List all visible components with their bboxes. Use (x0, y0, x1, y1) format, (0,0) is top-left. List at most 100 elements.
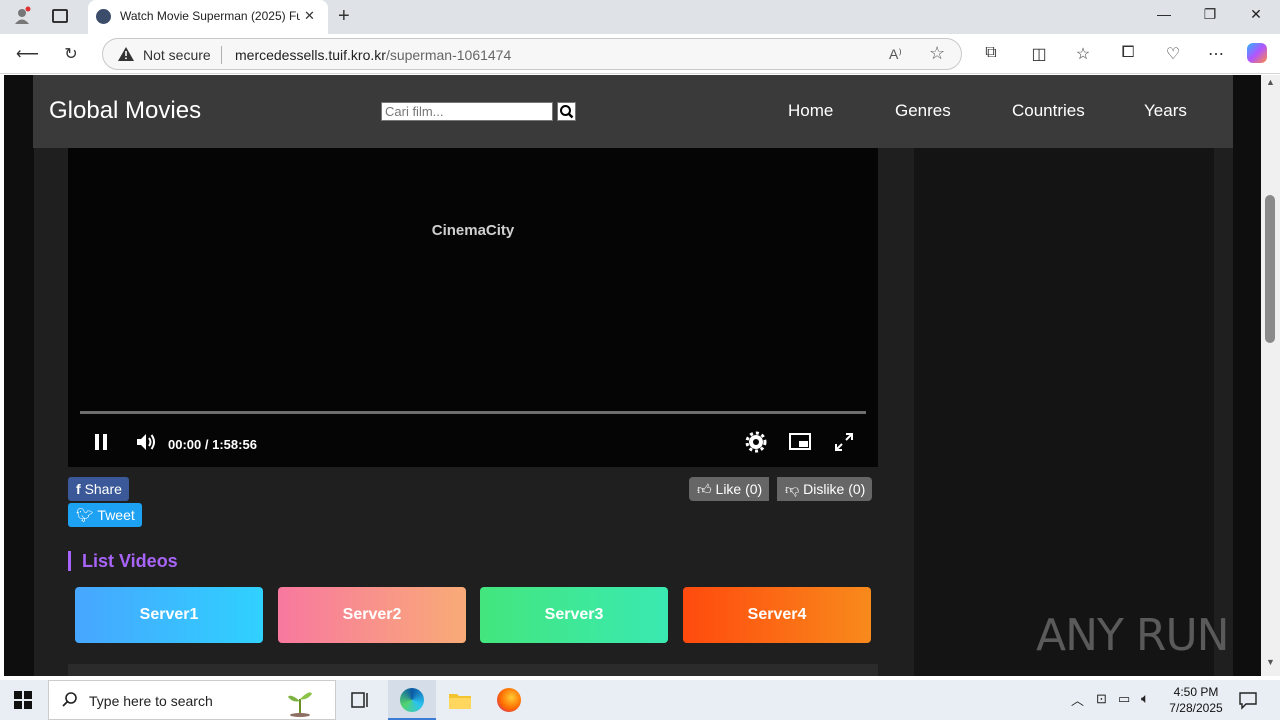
video-watermark: CinemaCity (431, 222, 515, 239)
search-button[interactable] (557, 102, 576, 121)
tweet-label: Tweet (97, 507, 135, 523)
sidebar (914, 75, 1214, 676)
facebook-share-button[interactable]: f Share (68, 477, 129, 501)
duration: 1:58:56 (212, 437, 257, 452)
search-input[interactable] (381, 102, 553, 121)
read-aloud-icon[interactable]: A⁾ (889, 46, 902, 63)
file-explorer-icon[interactable] (448, 690, 472, 715)
volume-button[interactable] (133, 429, 159, 455)
clock-date: 7/28/2025 (1169, 701, 1223, 715)
scroll-down-icon[interactable]: ▼ (1266, 657, 1275, 667)
address-bar-row: ⟵ ↻ Not secure mercedessells.tuif.kro.kr… (0, 34, 1280, 74)
right-gutter (1233, 75, 1261, 676)
anyrun-watermark: ANY RUN (1036, 610, 1230, 661)
search-icon (560, 105, 574, 119)
progress-bar[interactable] (80, 411, 866, 414)
pause-icon (95, 434, 107, 450)
site-favicon-icon (96, 9, 111, 24)
tab-title: Watch Movie Superman (2025) Fu (120, 9, 300, 23)
browser-tab-bar: Watch Movie Superman (2025) Fu ✕ + — ❐ ✕ (0, 0, 1280, 34)
pip-button[interactable] (787, 429, 813, 455)
profile-icon[interactable] (12, 6, 32, 26)
server3-button[interactable]: Server3 (480, 587, 668, 643)
time-separator: / (204, 437, 209, 452)
taskbar-search-placeholder: Type here to search (89, 693, 213, 709)
thumbs-up-icon: 👍︎ (697, 481, 712, 497)
favorite-star-icon[interactable]: ☆ (929, 43, 945, 64)
dislike-button[interactable]: 👎︎ Dislike (0) (777, 477, 873, 501)
tray-device-icon[interactable]: ⊡ (1096, 691, 1107, 707)
nav-countries[interactable]: Countries (1012, 101, 1085, 121)
minimize-icon[interactable]: — (1142, 6, 1186, 28)
nav-years[interactable]: Years (1144, 101, 1187, 121)
clock[interactable]: 4:50 PM 7/28/2025 (1166, 684, 1226, 716)
copilot-icon[interactable] (1247, 43, 1267, 63)
server2-button[interactable]: Server2 (278, 587, 466, 643)
performance-icon[interactable]: ♡ (1162, 44, 1184, 64)
pause-button[interactable] (89, 429, 115, 455)
taskbar-search-box[interactable]: Type here to search (48, 680, 336, 720)
server4-button[interactable]: Server4 (683, 587, 871, 643)
site-brand[interactable]: Global Movies (49, 97, 201, 125)
scroll-thumb[interactable] (1265, 195, 1275, 343)
settings-button[interactable] (743, 429, 769, 455)
favorites-icon[interactable]: ☆ (1072, 44, 1094, 64)
time-display: 00:00 / 1:58:56 (168, 437, 257, 452)
content-bar (68, 664, 878, 676)
page-scrollbar[interactable]: ▲ ▼ (1261, 75, 1280, 676)
scroll-up-icon[interactable]: ▲ (1266, 77, 1275, 87)
active-tab[interactable]: Watch Movie Superman (2025) Fu ✕ (88, 0, 328, 34)
security-label[interactable]: Not secure (143, 47, 211, 63)
firefox-icon[interactable] (497, 688, 521, 712)
server1-button[interactable]: Server1 (75, 587, 263, 643)
tab-actions-icon[interactable] (52, 9, 68, 23)
tab-close-icon[interactable]: ✕ (304, 8, 315, 24)
taskbar-search-icon (61, 691, 79, 714)
edge-taskbar-icon[interactable] (388, 680, 436, 720)
fullscreen-button[interactable] (831, 429, 857, 455)
dislike-label: Dislike (0) (803, 481, 866, 497)
facebook-icon: f (76, 481, 81, 497)
restore-icon[interactable]: ❐ (1188, 6, 1232, 28)
network-icon[interactable]: ▭ (1118, 691, 1130, 707)
window-close-icon[interactable]: ✕ (1234, 6, 1278, 28)
picture-in-picture-icon (789, 433, 811, 450)
url-path: /superman-1061474 (385, 47, 512, 63)
taskbar: Type here to search ︿ ⊡ ▭ 🔈︎ 4:50 PM 7/2… (0, 680, 1280, 720)
nav-home[interactable]: Home (788, 101, 833, 121)
collections-icon[interactable]: ⧠ (1117, 44, 1139, 62)
nav-genres[interactable]: Genres (895, 101, 951, 121)
gear-icon (745, 431, 767, 453)
reload-icon[interactable]: ↻ (60, 44, 82, 64)
url-separator (221, 46, 222, 64)
like-label: Like (0) (715, 481, 763, 497)
tray-chevron-icon[interactable]: ︿ (1071, 690, 1084, 709)
split-screen-icon[interactable]: ◫ (1028, 44, 1050, 64)
video-player[interactable]: CinemaCity 00:00 / 1:58:56 (68, 148, 878, 467)
fullscreen-icon (835, 433, 853, 451)
windows-start-icon[interactable] (14, 691, 32, 714)
left-gutter (4, 75, 34, 676)
plant-icon (285, 685, 315, 717)
list-videos-heading: List Videos (68, 551, 178, 571)
twitter-icon: 🐦︎ (76, 507, 94, 523)
speaker-icon[interactable]: 🔈︎ (1141, 690, 1149, 707)
edge-icon (400, 688, 424, 712)
url-text[interactable]: mercedessells.tuif.kro.kr/superman-10614… (235, 47, 511, 63)
back-icon[interactable]: ⟵ (16, 44, 39, 64)
task-view-icon[interactable] (350, 690, 370, 715)
more-menu-icon[interactable]: ⋯ (1205, 44, 1227, 64)
volume-icon (137, 434, 155, 450)
extensions-icon[interactable]: ⧉ (980, 44, 1002, 62)
notifications-icon[interactable] (1238, 690, 1258, 715)
site-navbar: Global Movies Home Genres Countries Year… (33, 75, 1233, 148)
address-bar[interactable]: Not secure mercedessells.tuif.kro.kr/sup… (102, 38, 962, 70)
warning-icon[interactable] (117, 46, 135, 67)
share-label: Share (84, 481, 122, 497)
page-viewport: Global Movies Home Genres Countries Year… (4, 75, 1261, 676)
like-button[interactable]: 👍︎ Like (0) (689, 477, 770, 501)
tweet-button[interactable]: 🐦︎ Tweet (68, 503, 142, 527)
clock-time: 4:50 PM (1173, 685, 1219, 699)
current-time: 00:00 (168, 437, 202, 452)
new-tab-icon[interactable]: + (338, 5, 350, 28)
